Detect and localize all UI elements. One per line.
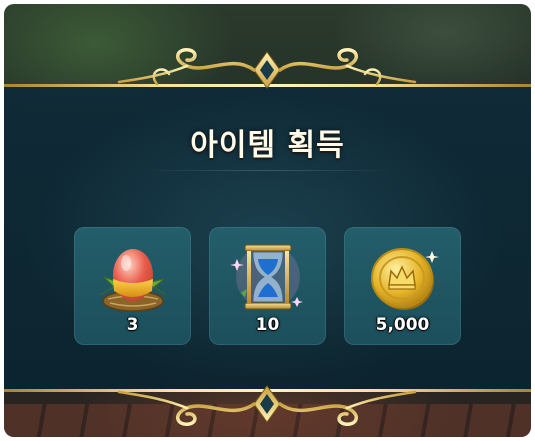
reward-items: 3 10 5,000 [74, 227, 461, 345]
egg-quantity: 3 [126, 315, 139, 335]
reward-slot-hourglass[interactable]: 10 [209, 227, 326, 345]
top-ornament [117, 48, 417, 89]
hourglass-icon [230, 244, 303, 310]
gold-coin-icon [371, 248, 439, 310]
reward-slot-egg[interactable]: 3 [74, 227, 191, 345]
bottom-ornament [117, 385, 417, 426]
reward-slot-gold-coin[interactable]: 5,000 [344, 227, 461, 345]
hourglass-quantity: 10 [255, 315, 280, 335]
title-divider [140, 170, 395, 171]
dialog-title: 아이템 획득 [190, 128, 345, 163]
egg-icon [99, 249, 167, 312]
gold-coin-quantity: 5,000 [375, 315, 430, 335]
